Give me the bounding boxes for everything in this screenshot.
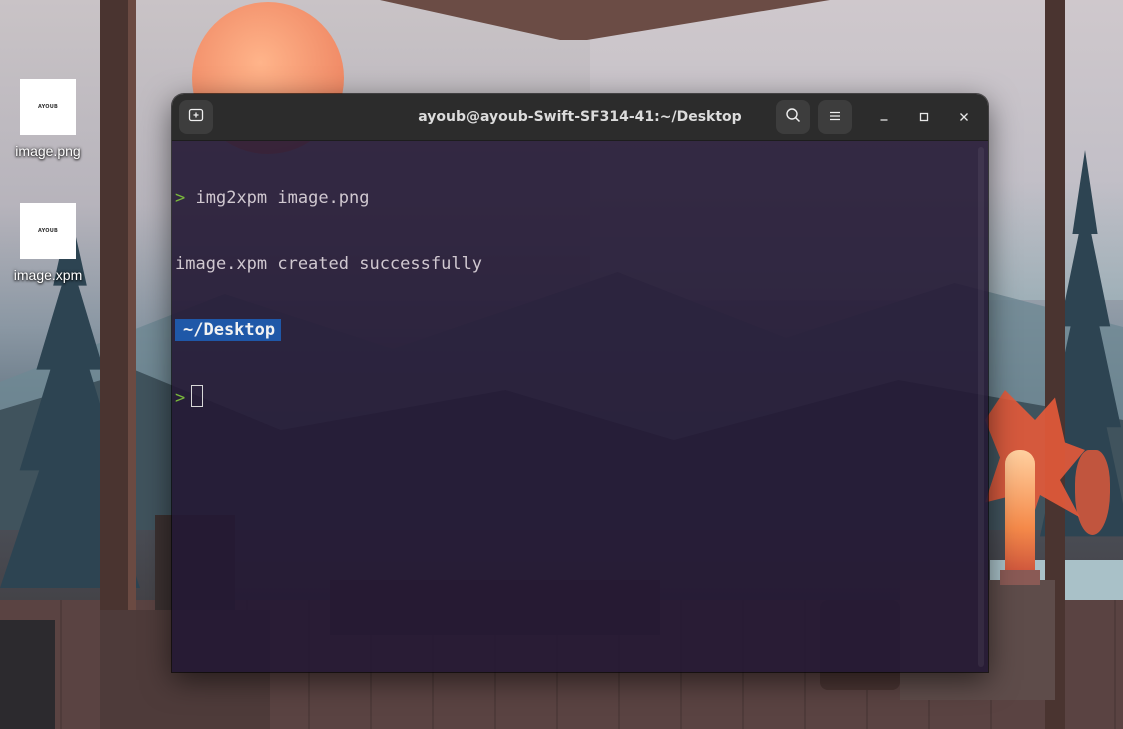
prompt-path-badge: ~/Desktop [175,319,282,341]
minimize-icon [878,108,890,127]
terminal-text: > img2xpm image.png image.xpm created su… [175,143,482,451]
wallpaper-lava-lamp-base [1000,570,1040,585]
thumbnail-text: AYOUB [38,104,58,110]
image-file-thumbnail-icon: AYOUB [20,79,76,135]
terminal-titlebar[interactable]: ayoub@ayoub-Swift-SF314-41:~/Desktop [172,94,988,141]
wallpaper-chair [0,620,55,729]
text-cursor [191,385,204,407]
hamburger-menu-icon [828,108,842,127]
window-title: ayoub@ayoub-Swift-SF314-41:~/Desktop [418,109,742,125]
maximize-button[interactable] [910,103,938,131]
terminal-line: > [175,385,482,408]
desktop-file-label: image.xpm [13,267,83,283]
minimize-button[interactable] [870,103,898,131]
terminal-line: image.xpm created successfully [175,253,482,275]
close-button[interactable] [950,103,978,131]
prompt-symbol: > [175,388,186,408]
terminal-window[interactable]: ayoub@ayoub-Swift-SF314-41:~/Desktop > i… [172,94,988,672]
search-icon [785,107,801,127]
terminal-line: ~/Desktop [175,319,482,341]
maximize-icon [918,108,930,127]
command-text: img2xpm image.png [195,188,370,208]
image-file-thumbnail-icon: AYOUB [20,203,76,259]
terminal-line: > img2xpm image.png [175,187,482,209]
terminal-scrollbar[interactable] [978,147,984,667]
desktop-file-image-xpm[interactable]: AYOUB image.xpm [0,203,96,283]
wallpaper-lava-lamp [1005,450,1035,580]
search-button[interactable] [776,100,810,134]
new-tab-button[interactable] [179,100,213,134]
desktop-file-image-png[interactable]: AYOUB image.png [0,79,96,159]
desktop-file-label: image.png [15,143,81,159]
terminal-output-area[interactable]: > img2xpm image.png image.xpm created su… [172,141,988,672]
thumbnail-text: AYOUB [38,228,58,234]
close-icon [958,108,970,127]
new-tab-icon [188,107,204,127]
prompt-symbol: > [175,188,186,208]
wallpaper-plant [1075,450,1110,535]
menu-button[interactable] [818,100,852,134]
command-output: image.xpm created successfully [175,254,483,274]
